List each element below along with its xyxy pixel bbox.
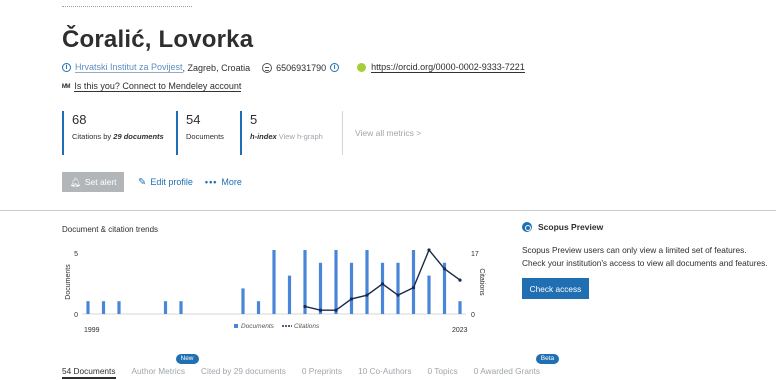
author-meta-row: i Hrvatski Institut za Povijest , Zagreb… — [62, 62, 525, 73]
tab-preprints[interactable]: 0 Preprints — [302, 366, 342, 379]
author-actions: 🔔︎ Set alert ✎ Edit profile ••• More — [62, 172, 242, 192]
tab-awarded-grants[interactable]: 0 Awarded Grants Beta — [473, 354, 560, 379]
documents-bar — [427, 275, 431, 314]
orcid-icon — [357, 63, 367, 72]
scopus-preview-icon — [522, 222, 532, 232]
documents-bar — [163, 301, 168, 314]
set-alert-button[interactable]: 🔔︎ Set alert — [62, 172, 124, 192]
citations-label: Citations by 29 documents — [72, 132, 164, 141]
header-breadcrumb-line — [62, 6, 192, 8]
documents-bar — [303, 250, 307, 314]
pencil-icon: ✎ — [138, 176, 147, 188]
documents-bar — [411, 250, 416, 314]
citations-point — [380, 282, 385, 286]
citations-point — [396, 293, 400, 297]
y-tick-label: 5 — [74, 251, 78, 258]
documents-bar — [117, 301, 121, 314]
documents-bar — [287, 275, 292, 314]
view-all-metrics-link[interactable]: View all metrics > — [342, 111, 421, 155]
id-card-icon — [262, 62, 273, 73]
mendeley-connect-link[interactable]: Is this you? Connect to Mendeley account — [74, 81, 242, 92]
tab-documents[interactable]: 54 Documents — [62, 366, 116, 379]
more-dots-icon: ••• — [204, 177, 218, 187]
documents-bar — [256, 301, 261, 314]
citations-point — [442, 267, 447, 271]
trends-chart: 5 0 17 0 Documents Citations 1999 2023 Documents… — [60, 242, 500, 340]
affiliation-link[interactable]: Hrvatski Institut za Povijest — [75, 62, 183, 73]
h-index-value: 5 — [250, 112, 258, 127]
scopus-id: 6506931790 — [276, 62, 327, 73]
view-h-graph-link[interactable]: View h-graph — [279, 132, 323, 141]
documents-bar — [380, 262, 385, 314]
y-tick-label: 0 — [74, 312, 78, 319]
citations-point — [458, 278, 462, 282]
citations-point — [318, 308, 323, 312]
documents-bar — [101, 301, 106, 314]
info-icon: i — [62, 63, 71, 72]
documents-metric[interactable]: 54 Documents — [176, 111, 240, 155]
location-text: , Zagreb, Croatia — [182, 62, 251, 73]
more-button[interactable]: ••• More — [205, 177, 242, 187]
citations-point — [365, 293, 369, 297]
y2-tick-label: 17 — [471, 251, 479, 258]
new-badge: New — [175, 354, 199, 364]
documents-label: Documents — [186, 132, 224, 141]
tab-author-metrics[interactable]: Author Metrics New — [131, 354, 199, 379]
documents-bar — [179, 301, 183, 314]
check-access-button[interactable]: Check access — [522, 278, 589, 299]
documents-count: 54 — [186, 112, 201, 127]
legend-documents-swatch — [234, 324, 238, 328]
documents-bar — [458, 301, 462, 314]
x-tick-label: 1999 — [84, 327, 100, 334]
documents-bar — [86, 301, 90, 314]
x-tick-label: 2023 — [452, 327, 468, 334]
tab-topics[interactable]: 0 Topics — [427, 366, 457, 379]
documents-bar — [241, 288, 245, 314]
preview-title: Scopus Preview — [538, 222, 604, 232]
mendeley-row: ᴹᴹ Is this you? Connect to Mendeley acco… — [62, 81, 242, 92]
h-index-label: h-index View h-graph — [250, 132, 323, 141]
scopus-id-info-icon[interactable]: i — [330, 63, 340, 72]
tab-awarded-grants-label: 0 Awarded Grants — [473, 366, 541, 376]
preview-header: Scopus Preview — [522, 222, 772, 232]
more-label: More — [221, 177, 242, 187]
tab-co-authors[interactable]: 10 Co-Authors — [358, 366, 412, 379]
author-name: Čoralić, Lovorka — [62, 26, 254, 53]
preview-description: Scopus Preview users can only view a lim… — [522, 245, 768, 268]
edit-profile-button[interactable]: ✎ Edit profile — [138, 177, 193, 188]
section-divider — [0, 210, 776, 211]
edit-profile-label: Edit profile — [150, 177, 193, 187]
citations-point — [303, 304, 307, 309]
citations-point — [411, 286, 416, 290]
documents-bar — [272, 250, 276, 314]
legend-citations-label: Citations — [294, 323, 320, 330]
metrics-panel: 68 Citations by 29 documents 54 Document… — [62, 111, 421, 155]
y-axis-label: Documents — [65, 264, 72, 300]
documents-bar — [396, 262, 400, 314]
citations-point — [334, 308, 338, 312]
trends-chart-svg: 5 0 17 0 Documents Citations 1999 2023 Documents… — [65, 248, 485, 334]
scopus-preview-panel: Scopus Preview Scopus Preview users can … — [522, 222, 772, 299]
y2-axis-label: Citations — [478, 268, 485, 296]
beta-badge: Beta — [535, 354, 560, 364]
y2-tick-label: 0 — [471, 312, 475, 319]
documents-bar — [349, 262, 354, 314]
bell-icon: 🔔︎ — [69, 176, 81, 187]
citations-count: 68 — [72, 112, 87, 127]
set-alert-label: Set alert — [84, 177, 117, 187]
author-tabs: 54 Documents Author Metrics New Cited by… — [62, 354, 560, 379]
legend-documents-label: Documents — [241, 323, 275, 330]
tab-author-metrics-label: Author Metrics — [131, 366, 185, 376]
citations-metric[interactable]: 68 Citations by 29 documents — [62, 111, 176, 155]
documents-bar — [365, 250, 369, 314]
trends-title: Document & citation trends — [62, 225, 159, 234]
mendeley-icon: ᴹᴹ — [62, 81, 70, 92]
orcid-link[interactable]: https://orcid.org/0000-0002-9333-7221 — [371, 62, 525, 73]
citations-point — [427, 248, 431, 252]
tab-cited-by[interactable]: Cited by 29 documents — [201, 366, 286, 379]
h-index-metric: 5 h-index View h-graph — [240, 111, 342, 155]
documents-bar — [334, 250, 338, 314]
citations-point — [349, 297, 354, 301]
documents-bar — [318, 262, 323, 314]
